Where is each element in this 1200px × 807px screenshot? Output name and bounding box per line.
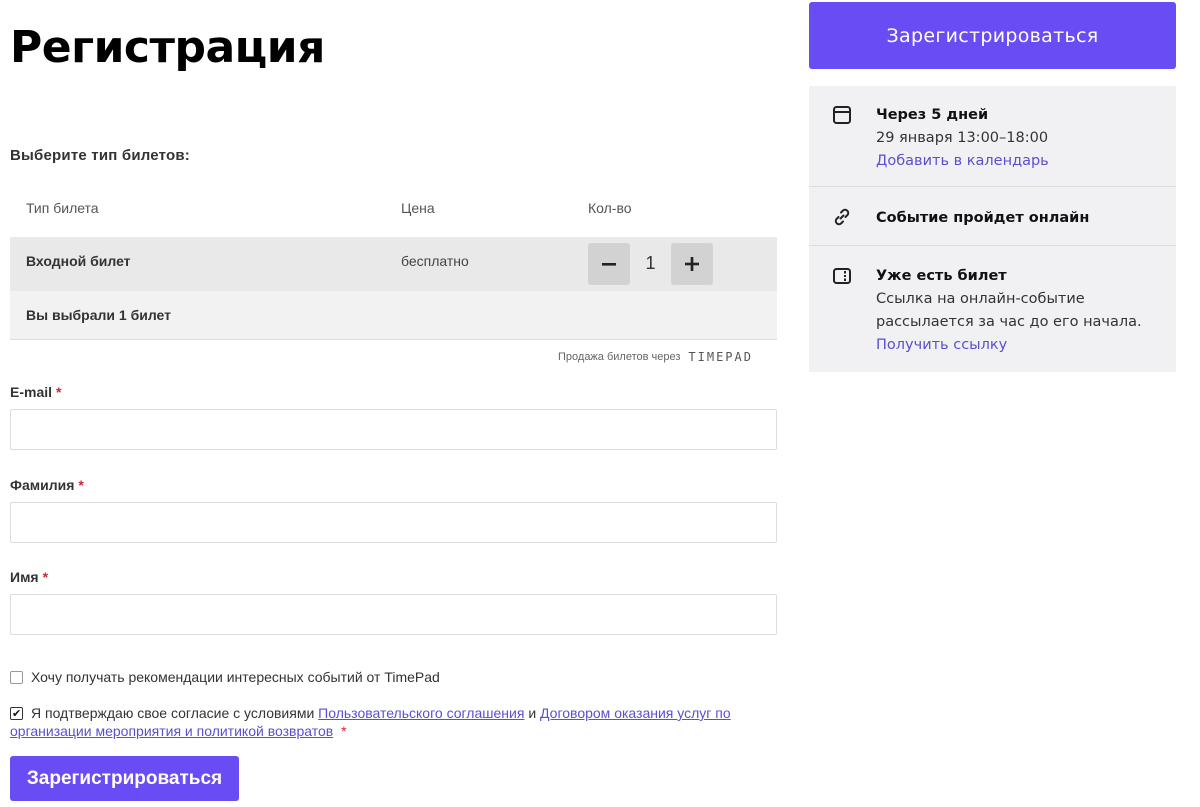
required-marker: * <box>78 477 84 493</box>
ticket-name: Входной билет <box>26 253 131 269</box>
register-submit-button[interactable]: Зарегистрироваться <box>10 756 239 801</box>
ticket-price: бесплатно <box>401 253 469 269</box>
timepad-logo[interactable]: TIMEPAD <box>688 350 753 364</box>
subscribe-option: Хочу получать рекомендации интересных со… <box>10 668 440 686</box>
required-marker: * <box>56 384 62 400</box>
consent-option: Я подтверждаю свое согласие с условиями … <box>10 704 750 740</box>
add-to-calendar-link[interactable]: Добавить в календарь <box>876 150 1049 173</box>
register-top-button[interactable]: Зарегистрироваться <box>809 2 1176 69</box>
required-marker: * <box>341 723 347 739</box>
firstname-label: Имя * <box>10 569 48 585</box>
selection-summary-text: Вы выбрали 1 билет <box>26 307 171 323</box>
consent-text: Я подтверждаю свое согласие с условиями <box>31 705 315 721</box>
subscribe-checkbox[interactable] <box>10 671 23 684</box>
column-quantity: Кол-во <box>588 200 632 216</box>
ticket-row: Входной билет бесплатно 1 <box>10 237 777 291</box>
ticket-selection-summary: Вы выбрали 1 билет <box>10 291 777 340</box>
ticket-table-header: Тип билета Цена Кол-во <box>10 190 777 228</box>
required-marker: * <box>42 569 49 585</box>
existing-ticket-title: Уже есть билет <box>876 268 1007 284</box>
consent-checkbox[interactable] <box>10 705 23 723</box>
quantity-increment-button[interactable] <box>671 243 713 285</box>
lastname-field[interactable] <box>10 502 777 543</box>
calendar-icon <box>831 104 853 126</box>
quantity-decrement-button[interactable] <box>588 243 630 285</box>
lastname-label-text: Фамилия <box>10 477 75 493</box>
get-link-link[interactable]: Получить ссылку <box>876 334 1142 357</box>
column-price: Цена <box>401 200 435 216</box>
user-agreement-link[interactable]: Пользовательского соглашения <box>318 705 524 721</box>
consent-and: и <box>528 705 537 721</box>
event-datetime: 29 января 13:00–18:00 <box>876 130 1049 146</box>
plus-icon <box>685 257 699 271</box>
powered-by-text: Продажа билетов через <box>558 351 681 363</box>
firstname-label-text: Имя <box>10 569 39 585</box>
online-event-text: Событие пройдет онлайн <box>876 210 1090 226</box>
firstname-field[interactable] <box>10 594 777 635</box>
powered-by: Продажа билетов через TIMEPAD <box>558 350 753 364</box>
minus-icon <box>602 263 616 266</box>
event-countdown: Через 5 дней <box>876 107 989 123</box>
existing-ticket-line-1: Ссылка на онлайн-событие <box>876 291 1085 307</box>
existing-ticket-block: Уже есть билет Ссылка на онлайн-событие … <box>809 246 1176 372</box>
event-date-block: Через 5 дней 29 января 13:00–18:00 Добав… <box>809 86 1176 187</box>
column-ticket-type: Тип билета <box>26 200 99 216</box>
existing-ticket-line-2: рассылается за час до его начала. <box>876 314 1142 330</box>
email-label-text: E-mail <box>10 384 53 400</box>
event-info-panel: Через 5 дней 29 января 13:00–18:00 Добав… <box>809 86 1176 372</box>
email-label: E-mail * <box>10 384 61 400</box>
email-field[interactable] <box>10 409 777 450</box>
ticket-icon <box>831 265 853 287</box>
event-location-block: Событие пройдет онлайн <box>809 187 1176 246</box>
ticket-type-prompt: Выберите тип билетов: <box>10 147 190 164</box>
lastname-label: Фамилия * <box>10 477 84 493</box>
link-icon <box>831 206 853 228</box>
quantity-value: 1 <box>645 253 656 273</box>
subscribe-label: Хочу получать рекомендации интересных со… <box>31 669 440 685</box>
page-title: Регистрация <box>10 22 325 73</box>
